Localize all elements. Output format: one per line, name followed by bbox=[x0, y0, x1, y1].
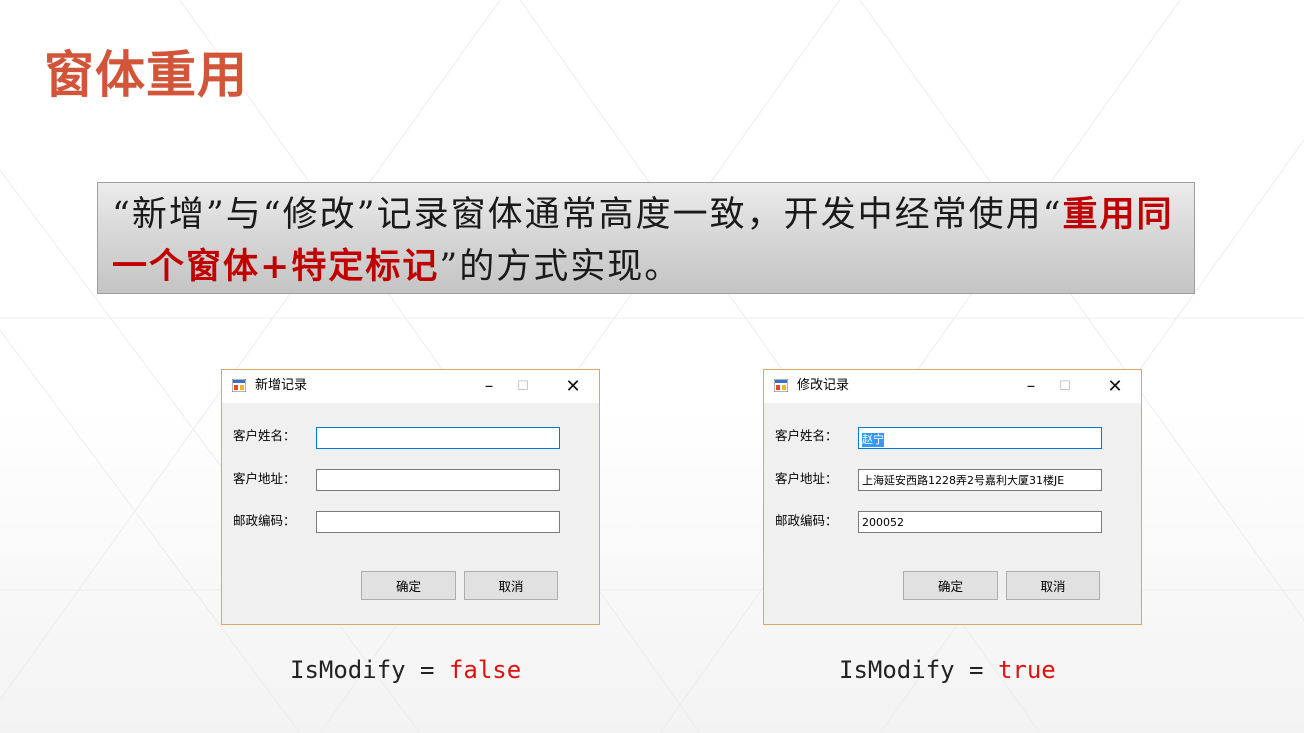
customer-name-input[interactable]: 赵宁 bbox=[858, 427, 1102, 449]
form-app-icon bbox=[232, 379, 246, 392]
cancel-button[interactable]: 取消 bbox=[1006, 571, 1100, 600]
customer-name-label: 客户姓名： bbox=[775, 428, 838, 443]
minimize-icon[interactable]: – bbox=[1013, 370, 1049, 403]
zip-code-label: 邮政编码： bbox=[775, 513, 838, 528]
customer-name-label: 客户姓名： bbox=[233, 428, 296, 443]
window-title: 修改记录 bbox=[797, 378, 850, 393]
customer-address-input[interactable]: 上海延安西路1228弄2号嘉利大厦31楼JE bbox=[858, 469, 1102, 491]
zip-code-label: 邮政编码： bbox=[233, 513, 296, 528]
ok-button[interactable]: 确定 bbox=[361, 571, 456, 600]
minimize-icon[interactable]: – bbox=[471, 370, 507, 403]
address-text: 上海延安西路1228弄2号嘉利大厦31楼JE bbox=[862, 474, 1065, 487]
title-bar[interactable]: 新增记录 – ☐ ✕ bbox=[222, 370, 599, 403]
maximize-icon[interactable]: ☐ bbox=[1047, 370, 1083, 403]
cancel-button[interactable]: 取消 bbox=[464, 571, 558, 600]
slide-title: 窗体重用 bbox=[44, 46, 248, 104]
customer-address-label: 客户地址： bbox=[233, 471, 296, 486]
customer-address-input[interactable] bbox=[316, 469, 560, 491]
callout-box: “新增”与“修改”记录窗体通常高度一致，开发中经常使用“重用同一个窗体+特定标记… bbox=[97, 182, 1195, 294]
ismodify-true-caption: IsModify = true bbox=[839, 653, 1056, 687]
maximize-icon[interactable]: ☐ bbox=[505, 370, 541, 403]
edit-record-window: 修改记录 – ☐ ✕ 客户姓名： 赵宁 客户地址： 上海延安西路1228弄2号嘉… bbox=[763, 369, 1142, 625]
caption-prefix: IsModify = bbox=[839, 656, 998, 684]
zip-code-input[interactable] bbox=[316, 511, 560, 533]
caption-prefix: IsModify = bbox=[290, 656, 449, 684]
customer-address-label: 客户地址： bbox=[775, 471, 838, 486]
callout-text-part2: ”的方式实现。 bbox=[439, 247, 682, 287]
callout-text-part1: “新增”与“修改”记录窗体通常高度一致，开发中经常使用“ bbox=[112, 195, 1063, 235]
zip-text: 200052 bbox=[862, 515, 904, 529]
close-icon[interactable]: ✕ bbox=[555, 370, 591, 403]
close-icon[interactable]: ✕ bbox=[1097, 370, 1133, 403]
zip-code-input[interactable]: 200052 bbox=[858, 511, 1102, 533]
caption-value: false bbox=[448, 656, 522, 684]
add-record-window: 新增记录 – ☐ ✕ 客户姓名： 客户地址： 邮政编码： 确定 取消 bbox=[221, 369, 600, 625]
selected-name-text: 赵宁 bbox=[862, 432, 884, 447]
window-title: 新增记录 bbox=[255, 378, 308, 393]
form-app-icon bbox=[774, 379, 788, 392]
customer-name-input[interactable] bbox=[316, 427, 560, 449]
title-bar[interactable]: 修改记录 – ☐ ✕ bbox=[764, 370, 1141, 403]
ismodify-false-caption: IsModify = false bbox=[290, 653, 521, 687]
caption-value: true bbox=[997, 656, 1056, 684]
ok-button[interactable]: 确定 bbox=[903, 571, 998, 600]
